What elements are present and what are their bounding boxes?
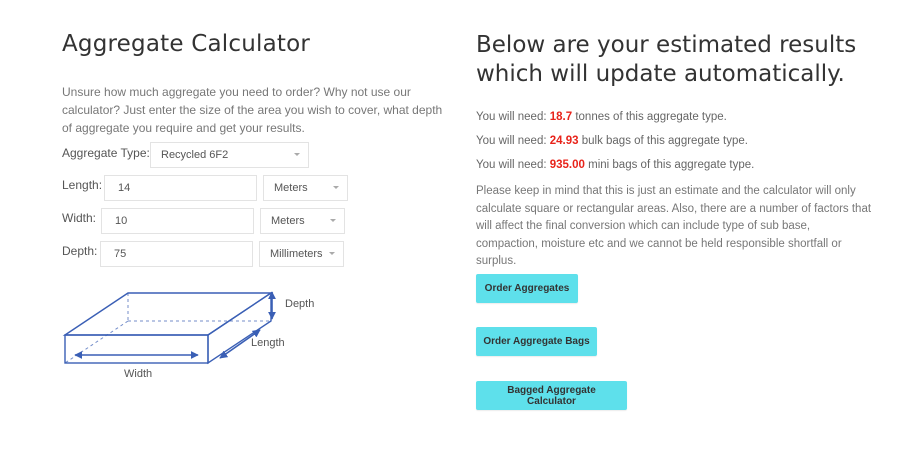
bulk-bags-value: 24.93: [549, 135, 579, 147]
diagram-length-label: Length: [251, 337, 285, 349]
aggregate-type-select[interactable]: Recycled 6F2: [150, 142, 309, 168]
tonnes-prefix: You will need:: [476, 111, 550, 123]
length-unit-select[interactable]: Meters: [263, 175, 348, 201]
results-title: Below are your estimated results which w…: [476, 31, 876, 89]
calculator-intro: Unsure how much aggregate you need to or…: [62, 85, 443, 135]
chevron-down-icon: [333, 186, 339, 189]
depth-unit-select[interactable]: Millimeters: [259, 241, 344, 267]
dimensions-diagram: Depth Length Width: [62, 291, 314, 380]
calculator-title: Aggregate Calculator: [62, 31, 311, 57]
width-label: Width:: [62, 211, 97, 225]
box-hidden-edges: [64, 293, 271, 364]
length-input[interactable]: 14: [104, 175, 257, 201]
depth-input[interactable]: 75: [100, 241, 253, 267]
width-unit-select[interactable]: Meters: [260, 208, 345, 234]
chevron-down-icon: [329, 252, 335, 255]
tonnes-suffix: tonnes of this aggregate type.: [572, 111, 727, 123]
aggregate-type-label: Aggregate Type:: [62, 146, 150, 160]
mini-bags-value: 935.00: [549, 159, 585, 171]
results-title-line2: which will update automatically.: [476, 61, 845, 87]
bulk-bags-prefix: You will need:: [476, 135, 550, 147]
tonnes-result: You will need: 18.7 tonnes of this aggre…: [476, 111, 727, 123]
width-value: 10: [115, 215, 128, 227]
order-aggregate-bags-button[interactable]: Order Aggregate Bags: [476, 327, 597, 356]
chevron-down-icon: [294, 153, 300, 156]
chevron-down-icon: [330, 219, 336, 222]
depth-unit-value: Millimeters: [270, 248, 323, 260]
bagged-aggregate-calculator-button[interactable]: Bagged Aggregate Calculator: [476, 381, 627, 410]
length-unit-value: Meters: [274, 182, 308, 194]
width-input[interactable]: 10: [101, 208, 254, 234]
depth-label: Depth:: [62, 244, 98, 258]
diagram-width-label: Width: [124, 368, 152, 380]
bulk-bags-suffix: bulk bags of this aggregate type.: [578, 135, 748, 147]
width-unit-value: Meters: [271, 215, 305, 227]
aggregate-type-value: Recycled 6F2: [161, 149, 229, 161]
mini-bags-suffix: mini bags of this aggregate type.: [584, 159, 755, 171]
results-disclaimer: Please keep in mind that this is just an…: [476, 185, 872, 267]
length-label: Length:: [62, 178, 103, 192]
box-right-face: [207, 291, 272, 365]
bulk-bags-result: You will need: 24.93 bulk bags of this a…: [476, 135, 748, 147]
results-title-line1: Below are your estimated results: [476, 32, 857, 58]
tonnes-value: 18.7: [549, 111, 573, 123]
diagram-depth-label: Depth: [285, 298, 314, 310]
mini-bags-result: You will need: 935.00 mini bags of this …: [476, 159, 754, 171]
mini-bags-prefix: You will need:: [476, 159, 550, 171]
order-aggregates-button[interactable]: Order Aggregates: [476, 274, 578, 303]
length-value: 14: [118, 182, 131, 194]
depth-value: 75: [114, 248, 127, 260]
